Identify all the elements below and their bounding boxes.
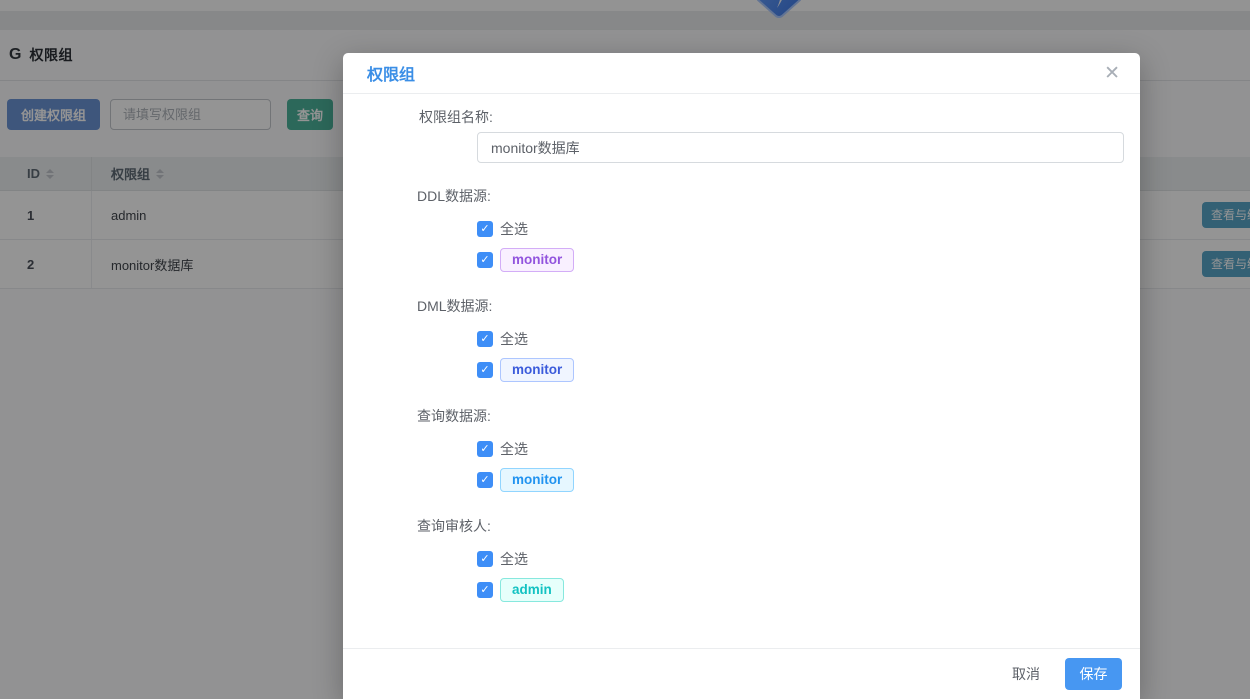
select-all-label[interactable]: 全选 (500, 549, 528, 569)
group-name-label: 权限组名称: (419, 109, 493, 125)
select-all-row: 全选 (477, 329, 528, 349)
modal-footer: 取消 保存 (343, 648, 1140, 699)
checkbox-checked[interactable] (477, 551, 493, 567)
checkbox-checked[interactable] (477, 331, 493, 347)
datasource-tag[interactable]: monitor (500, 468, 575, 492)
option-row: monitor (477, 248, 575, 272)
checkbox-checked[interactable] (477, 252, 493, 268)
checkbox-checked[interactable] (477, 221, 493, 237)
select-all-row: 全选 (477, 549, 528, 569)
select-all-row: 全选 (477, 439, 528, 459)
checkbox-checked[interactable] (477, 582, 493, 598)
select-all-label[interactable]: 全选 (500, 439, 528, 459)
modal-title: 权限组 (367, 67, 416, 84)
modal-header: 权限组 ✕ (343, 53, 1140, 94)
group-name-input[interactable] (477, 132, 1124, 163)
select-all-row: 全选 (477, 219, 528, 239)
checkbox-checked[interactable] (477, 472, 493, 488)
select-all-label[interactable]: 全选 (500, 329, 528, 349)
close-icon[interactable]: ✕ (1104, 64, 1120, 83)
save-button[interactable]: 保存 (1065, 658, 1122, 690)
datasource-tag[interactable]: monitor (500, 358, 575, 382)
option-row: admin (477, 578, 564, 602)
option-row: monitor (477, 468, 575, 492)
auditor-tag[interactable]: admin (500, 578, 564, 602)
select-all-label[interactable]: 全选 (500, 219, 528, 239)
cancel-button[interactable]: 取消 (1012, 664, 1040, 684)
section-label: DDL数据源: (417, 188, 491, 204)
section-label: DML数据源: (417, 298, 493, 314)
datasource-tag[interactable]: monitor (500, 248, 575, 272)
section-label: 查询审核人: (417, 518, 491, 534)
checkbox-checked[interactable] (477, 362, 493, 378)
section-label: 查询数据源: (417, 408, 491, 424)
permission-group-modal: 权限组 ✕ 权限组名称: DDL数据源: 全选 monitor DML数据源: … (343, 53, 1140, 699)
option-row: monitor (477, 358, 575, 382)
checkbox-checked[interactable] (477, 441, 493, 457)
modal-body: 权限组名称: DDL数据源: 全选 monitor DML数据源: 全选 mon… (343, 94, 1140, 649)
